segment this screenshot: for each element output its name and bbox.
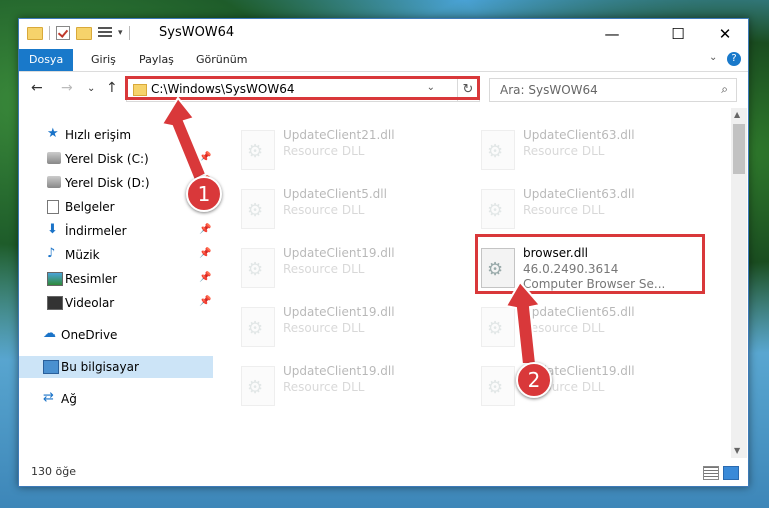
step-1-badge: 1 (186, 176, 222, 212)
annotation-arrows (160, 96, 542, 365)
arrow-2 (504, 280, 542, 365)
step-2-badge: 2 (516, 362, 552, 398)
arrow-1 (160, 96, 208, 182)
